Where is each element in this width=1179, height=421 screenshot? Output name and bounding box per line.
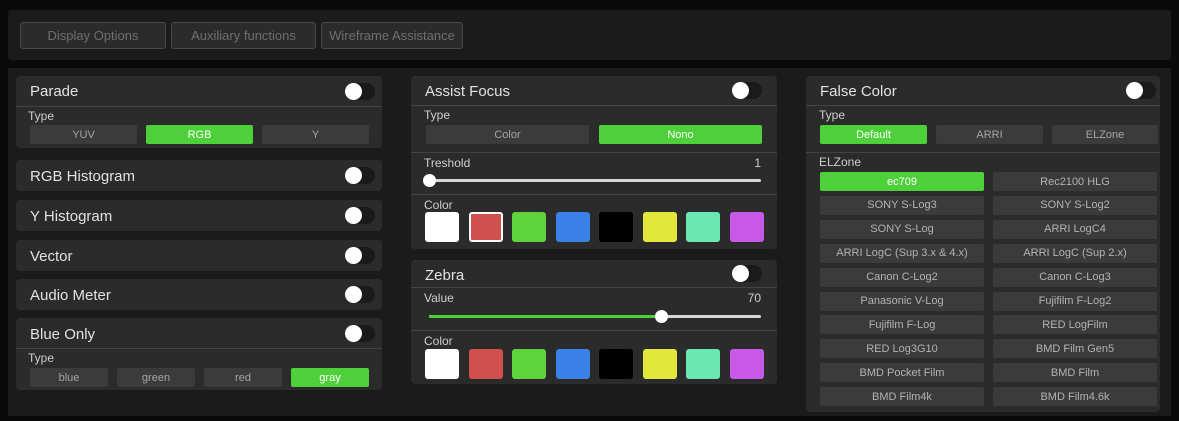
assist-focus-toggle[interactable] xyxy=(732,82,762,99)
tab-auxiliary-functions[interactable]: Auxiliary functions xyxy=(171,22,316,49)
zebra-color-swatch[interactable] xyxy=(555,349,590,379)
y-histogram-toggle[interactable] xyxy=(345,207,375,224)
zebra-value: 70 xyxy=(747,291,761,305)
assist-focus-color-swatch[interactable] xyxy=(642,212,677,242)
threshold-value: 1 xyxy=(754,156,761,170)
elzone-option[interactable]: Fujifilm F-Log xyxy=(820,315,984,335)
parade-type-yuv[interactable]: YUV xyxy=(30,125,137,144)
assist-focus-card: Assist Focus Type Color Nono Treshold 1 … xyxy=(411,76,777,249)
y-histogram-card: Y Histogram xyxy=(16,200,382,231)
elzone-option[interactable]: Rec2100 HLG xyxy=(993,172,1157,191)
parade-toggle[interactable] xyxy=(345,83,375,100)
zebra-slider-handle[interactable] xyxy=(655,310,669,323)
vector-toggle[interactable] xyxy=(345,247,375,264)
zebra-color-swatch[interactable] xyxy=(468,349,503,379)
zebra-color-swatch[interactable] xyxy=(599,349,633,379)
elzone-option[interactable]: ec709 xyxy=(820,172,984,191)
zebra-slider[interactable] xyxy=(429,310,761,323)
assist-focus-type-color[interactable]: Color xyxy=(426,125,589,144)
zebra-color-swatch[interactable] xyxy=(686,349,720,379)
false-color-type-label: Type xyxy=(819,108,846,122)
elzone-option[interactable]: SONY S-Log2 xyxy=(993,195,1157,215)
elzone-option[interactable]: SONY S-Log3 xyxy=(820,195,984,215)
false-color-title: False Color xyxy=(820,83,897,100)
y-histogram-title: Y Histogram xyxy=(30,208,113,225)
rgb-histogram-title: RGB Histogram xyxy=(30,168,136,185)
blue-only-title: Blue Only xyxy=(30,326,96,343)
parade-type-label: Type xyxy=(28,109,55,123)
assist-focus-color-swatch[interactable] xyxy=(512,212,546,242)
audio-meter-card: Audio Meter xyxy=(16,279,382,310)
audio-meter-toggle[interactable] xyxy=(345,286,375,303)
blue-only-toggle[interactable] xyxy=(345,325,375,342)
elzone-option[interactable]: ARRI LogC (Sup 2.x) xyxy=(993,243,1157,263)
parade-title: Parade xyxy=(30,83,79,100)
elzone-label: ELZone xyxy=(819,155,862,169)
vector-card: Vector xyxy=(16,240,382,271)
assist-focus-type-nono[interactable]: Nono xyxy=(599,125,762,144)
assist-focus-color-swatch[interactable] xyxy=(686,212,720,242)
zebra-color-swatch[interactable] xyxy=(729,349,764,379)
false-color-type-default[interactable]: Default xyxy=(820,125,927,144)
assist-focus-color-swatch[interactable] xyxy=(599,212,633,242)
rgb-histogram-card: RGB Histogram xyxy=(16,160,382,191)
zebra-color-swatch[interactable] xyxy=(425,349,459,379)
parade-card: Parade Type YUV RGB Y xyxy=(16,76,382,148)
elzone-option[interactable]: BMD Film Gen5 xyxy=(993,339,1157,359)
audio-meter-title: Audio Meter xyxy=(30,287,111,304)
vector-title: Vector xyxy=(30,248,73,265)
elzone-option[interactable]: BMD Film4k xyxy=(820,387,984,407)
zebra-color-swatch[interactable] xyxy=(642,349,677,379)
assist-focus-type-label: Type xyxy=(424,108,451,122)
tab-display-options[interactable]: Display Options xyxy=(20,22,166,49)
elzone-option[interactable]: RED LogFilm xyxy=(993,315,1157,335)
zebra-value-label: Value xyxy=(424,291,454,305)
zebra-toggle[interactable] xyxy=(732,265,762,282)
elzone-option[interactable]: SONY S-Log xyxy=(820,219,984,239)
blue-only-type-blue[interactable]: blue xyxy=(30,368,108,387)
elzone-option[interactable]: Panasonic V-Log xyxy=(820,291,984,311)
elzone-option[interactable]: ARRI LogC4 xyxy=(993,219,1157,239)
assist-focus-color-label: Color xyxy=(424,198,453,212)
elzone-option[interactable]: Fujifilm F-Log2 xyxy=(993,291,1157,311)
parade-type-y[interactable]: Y xyxy=(262,125,369,144)
false-color-card: False Color Type Default ARRI ELZone ELZ… xyxy=(806,76,1160,412)
assist-focus-color-swatch[interactable] xyxy=(555,212,590,242)
zebra-color-label: Color xyxy=(424,334,453,348)
rgb-histogram-toggle[interactable] xyxy=(345,167,375,184)
zebra-card: Zebra Value 70 Color xyxy=(411,260,777,384)
parade-type-rgb[interactable]: RGB xyxy=(146,125,253,144)
threshold-slider-handle[interactable] xyxy=(423,174,436,187)
elzone-option[interactable]: Canon C-Log3 xyxy=(993,267,1157,287)
false-color-type-arri[interactable]: ARRI xyxy=(936,125,1043,144)
zebra-title: Zebra xyxy=(425,267,465,284)
threshold-slider[interactable] xyxy=(423,174,761,187)
assist-focus-color-swatch[interactable] xyxy=(425,212,459,242)
blue-only-card: Blue Only Type blue green red gray xyxy=(16,318,382,390)
elzone-option[interactable]: BMD Film xyxy=(993,363,1157,383)
main-panel: Parade Type YUV RGB Y RGB Histogram Y Hi… xyxy=(8,68,1171,416)
blue-only-type-green[interactable]: green xyxy=(117,368,195,387)
elzone-option[interactable]: RED Log3G10 xyxy=(820,339,984,359)
tab-wireframe-assistance[interactable]: Wireframe Assistance xyxy=(321,22,463,49)
elzone-option[interactable]: Canon C-Log2 xyxy=(820,267,984,287)
zebra-color-swatch[interactable] xyxy=(512,349,546,379)
elzone-option[interactable]: BMD Pocket Film xyxy=(820,363,984,383)
false-color-type-elzone[interactable]: ELZone xyxy=(1052,125,1158,144)
assist-focus-color-swatch[interactable] xyxy=(468,212,503,242)
false-color-toggle[interactable] xyxy=(1126,82,1156,99)
threshold-label: Treshold xyxy=(424,156,471,170)
elzone-option[interactable]: ARRI LogC (Sup 3.x & 4.x) xyxy=(820,243,984,263)
assist-focus-color-swatch[interactable] xyxy=(729,212,764,242)
top-tab-bar: Display Options Auxiliary functions Wire… xyxy=(8,10,1171,60)
blue-only-type-label: Type xyxy=(28,351,55,365)
blue-only-type-gray[interactable]: gray xyxy=(291,368,369,387)
blue-only-type-red[interactable]: red xyxy=(204,368,282,387)
assist-focus-title: Assist Focus xyxy=(425,83,511,100)
elzone-option[interactable]: BMD Film4.6k xyxy=(993,387,1157,407)
